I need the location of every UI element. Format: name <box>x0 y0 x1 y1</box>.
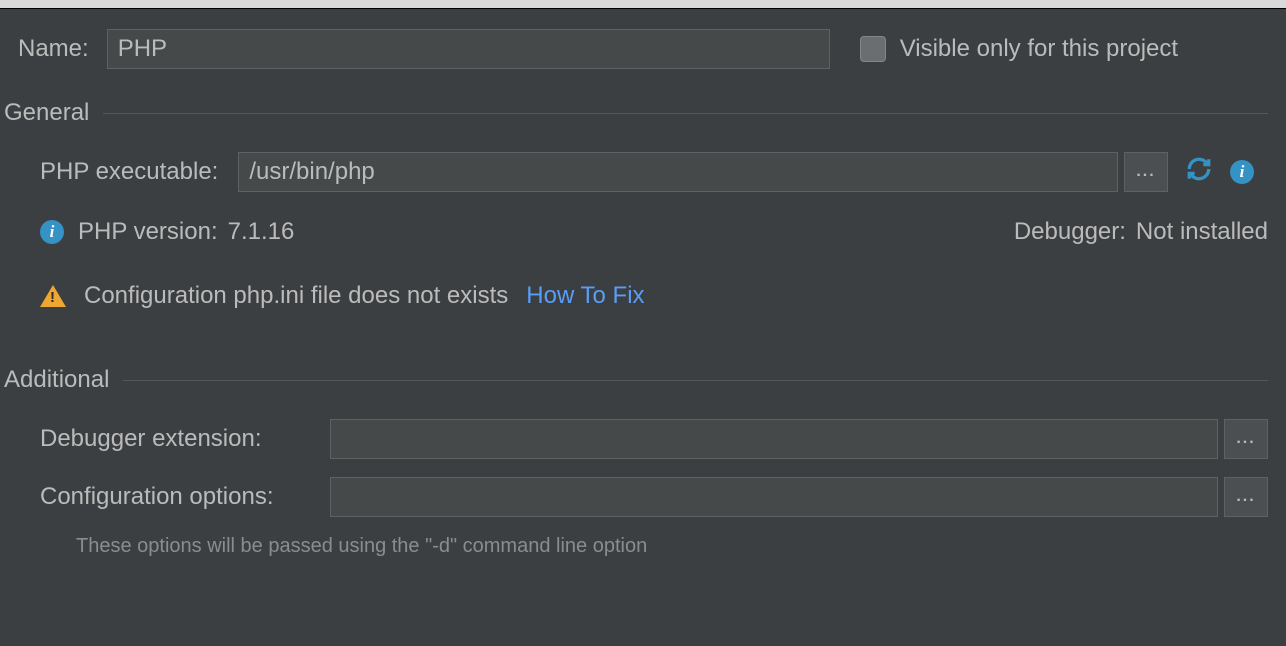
config-options-input[interactable] <box>330 477 1218 517</box>
php-executable-label: PHP executable: <box>40 158 218 186</box>
section-additional-label: Additional <box>4 366 109 394</box>
visible-only-label: Visible only for this project <box>900 35 1178 63</box>
php-version-value: 7.1.16 <box>228 218 295 246</box>
ellipsis-icon: ... <box>1236 488 1255 506</box>
name-input[interactable] <box>107 29 830 69</box>
php-executable-row: PHP executable: ... i <box>40 152 1268 192</box>
debugger-label: Debugger: <box>1014 218 1126 246</box>
config-options-label: Configuration options: <box>40 483 330 511</box>
reload-icon[interactable] <box>1186 156 1212 189</box>
settings-panel: Name: Visible only for this project Gene… <box>0 9 1286 558</box>
visible-only-row: Visible only for this project <box>860 35 1178 63</box>
php-version-row: i PHP version: 7.1.16 Debugger: Not inst… <box>40 218 1268 246</box>
config-options-hint: These options will be passed using the "… <box>76 535 1268 558</box>
debugger-extension-row: Debugger extension: ... <box>40 419 1268 459</box>
name-row: Name: Visible only for this project <box>18 29 1268 69</box>
window-titlebar: Interpreters <box>0 0 1286 9</box>
php-version-label: PHP version: <box>78 218 218 246</box>
debugger-extension-label: Debugger extension: <box>40 425 330 453</box>
warning-text: Configuration php.ini file does not exis… <box>84 282 508 310</box>
divider <box>103 113 1268 114</box>
warning-icon <box>40 285 66 307</box>
php-ini-warning-row: Configuration php.ini file does not exis… <box>40 282 1268 310</box>
ellipsis-icon: ... <box>1136 163 1155 181</box>
php-executable-input[interactable] <box>238 152 1118 192</box>
browse-config-opts-button[interactable]: ... <box>1224 477 1268 517</box>
how-to-fix-link[interactable]: How To Fix <box>526 282 644 310</box>
divider <box>123 380 1268 381</box>
browse-debugger-ext-button[interactable]: ... <box>1224 419 1268 459</box>
section-general: General <box>4 99 1268 127</box>
debugger-extension-input[interactable] <box>330 419 1218 459</box>
ellipsis-icon: ... <box>1236 430 1255 448</box>
section-additional: Additional <box>4 366 1268 394</box>
info-icon[interactable]: i <box>1230 160 1254 184</box>
name-label: Name: <box>18 35 89 63</box>
info-icon: i <box>40 220 64 244</box>
browse-executable-button[interactable]: ... <box>1124 152 1168 192</box>
debugger-value: Not installed <box>1136 218 1268 246</box>
section-general-label: General <box>4 99 89 127</box>
visible-only-checkbox[interactable] <box>860 36 886 62</box>
config-options-row: Configuration options: ... <box>40 477 1268 517</box>
